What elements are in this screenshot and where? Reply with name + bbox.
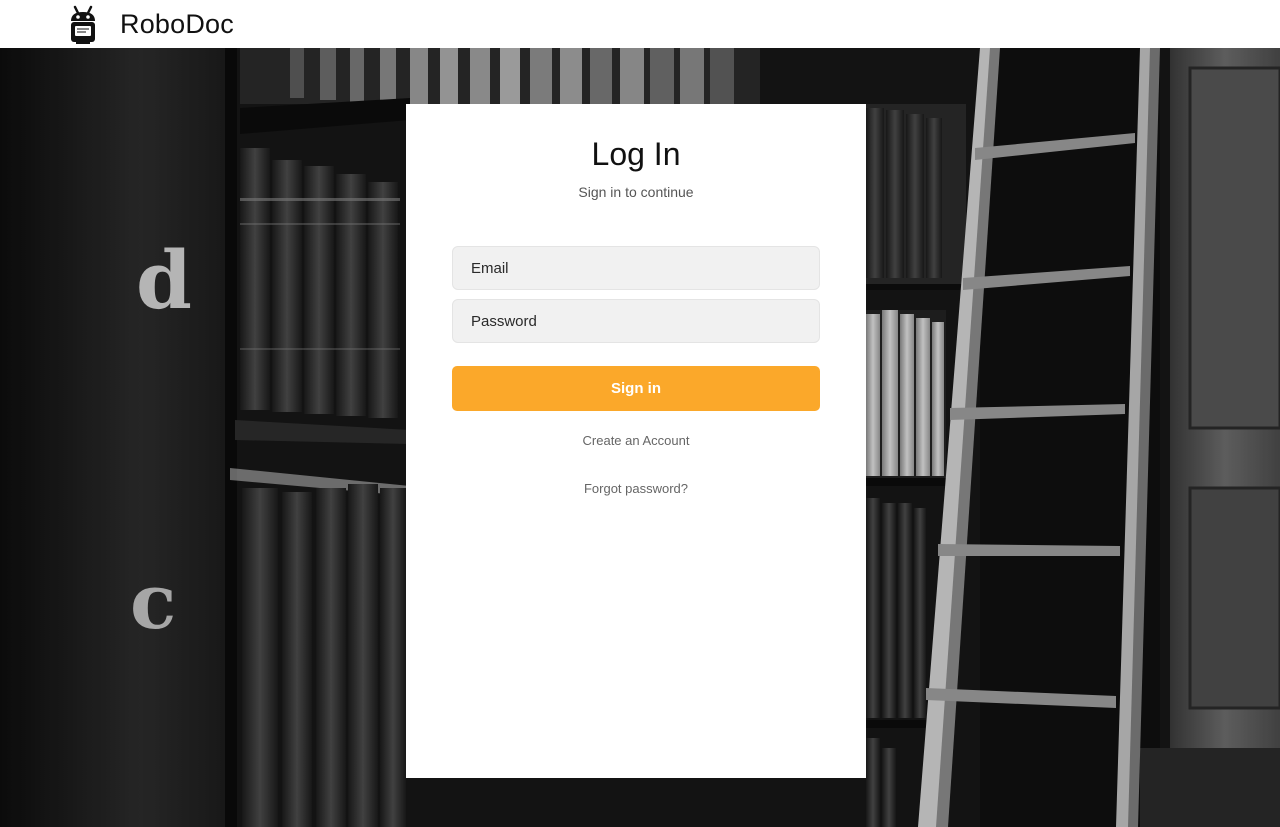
sign-in-button[interactable]: Sign in xyxy=(452,366,820,411)
login-card: Log In Sign in to continue Sign in Creat… xyxy=(406,104,866,778)
robot-icon xyxy=(71,5,95,44)
password-field[interactable] xyxy=(452,299,820,343)
email-field[interactable] xyxy=(452,246,820,290)
top-navbar: RoboDoc xyxy=(0,0,1280,48)
brand-link[interactable]: RoboDoc xyxy=(68,4,234,44)
brand-name: RoboDoc xyxy=(120,8,234,39)
login-title: Log In xyxy=(591,136,681,172)
create-account-link[interactable]: Create an Account xyxy=(406,433,866,448)
login-subtitle: Sign in to continue xyxy=(578,184,694,200)
forgot-password-link[interactable]: Forgot password? xyxy=(406,481,866,496)
